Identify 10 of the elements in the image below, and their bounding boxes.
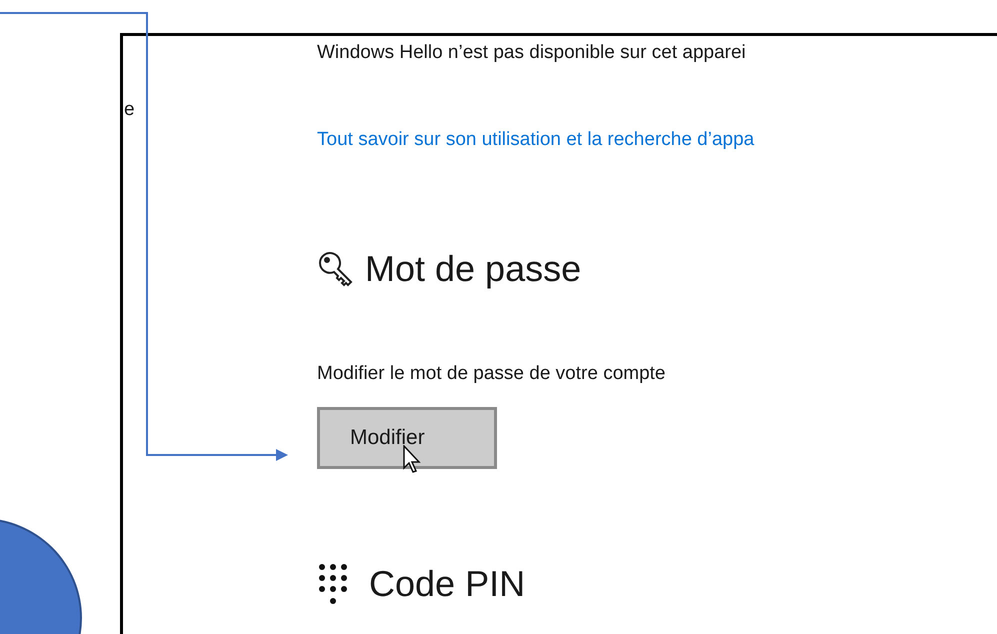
modify-button[interactable]: Modifier [317,406,497,468]
key-icon [317,250,353,288]
section-heading: Mot de passe [365,247,582,291]
password-description: Modifier le mot de passe de votre compte [317,362,667,386]
cut-text: e [124,99,135,120]
mouse-cursor-icon [403,444,421,472]
hello-link[interactable]: Tout savoir sur son utilisation et la recherche d’appa [317,126,754,154]
hello-notice: Windows Hello n’est pas disponible sur cet apparei [317,41,747,65]
keypad-icon [317,562,349,606]
section-heading: Code PIN [369,562,526,606]
